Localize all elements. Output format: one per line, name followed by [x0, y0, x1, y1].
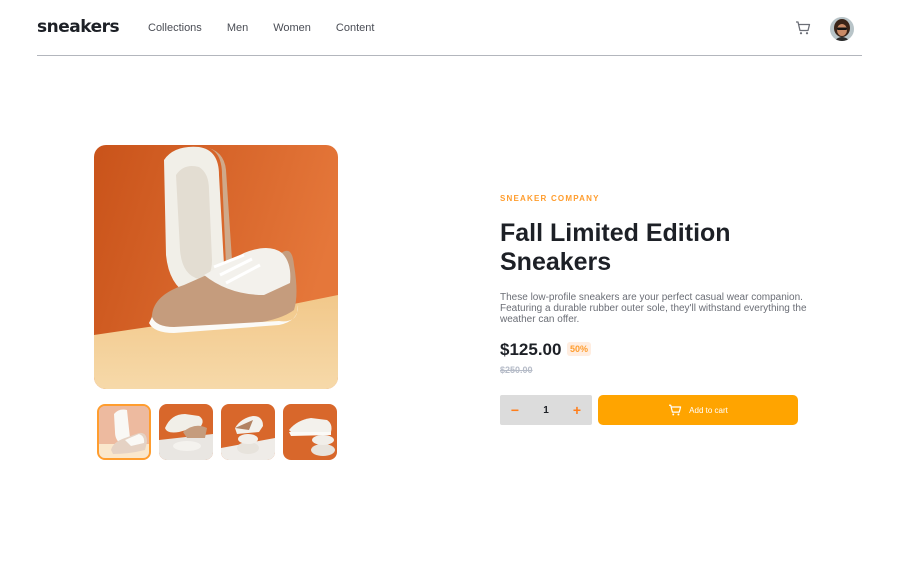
- nav-collections[interactable]: Collections: [148, 21, 202, 35]
- logo[interactable]: sneakers: [37, 17, 120, 37]
- nav-men[interactable]: Men: [227, 21, 248, 35]
- nav-women[interactable]: Women: [273, 21, 311, 35]
- product-title: Fall Limited Edition Sneakers: [500, 219, 731, 276]
- minus-button[interactable]: −: [500, 395, 530, 425]
- thumbnail-strip: [97, 404, 337, 460]
- original-price: $250.00: [500, 365, 533, 375]
- quantity-stepper: − 1 +: [500, 395, 592, 425]
- plus-button[interactable]: +: [562, 395, 592, 425]
- avatar[interactable]: [830, 17, 854, 41]
- cart-icon: [669, 404, 682, 416]
- discount-badge: 50%: [567, 342, 592, 356]
- main-nav: Collections Men Women Content: [148, 21, 399, 35]
- product-main-image[interactable]: [94, 145, 338, 389]
- thumbnail-3[interactable]: [221, 404, 275, 460]
- thumbnail-2[interactable]: [159, 404, 213, 460]
- thumbnail-1[interactable]: [97, 404, 151, 460]
- nav-content[interactable]: Content: [336, 21, 375, 35]
- add-to-cart-label: Add to cart: [689, 405, 728, 415]
- thumbnail-4[interactable]: [283, 404, 337, 460]
- product-description: These low-profile sneakers are your perf…: [500, 292, 807, 325]
- add-to-cart-button[interactable]: Add to cart: [598, 395, 798, 425]
- quantity-value: 1: [543, 404, 549, 416]
- site-header: sneakers Collections Men Women Content: [37, 0, 862, 56]
- current-price: $125.00: [500, 340, 562, 359]
- cart-icon[interactable]: [795, 20, 811, 36]
- company-label: SNEAKER COMPANY: [500, 194, 600, 203]
